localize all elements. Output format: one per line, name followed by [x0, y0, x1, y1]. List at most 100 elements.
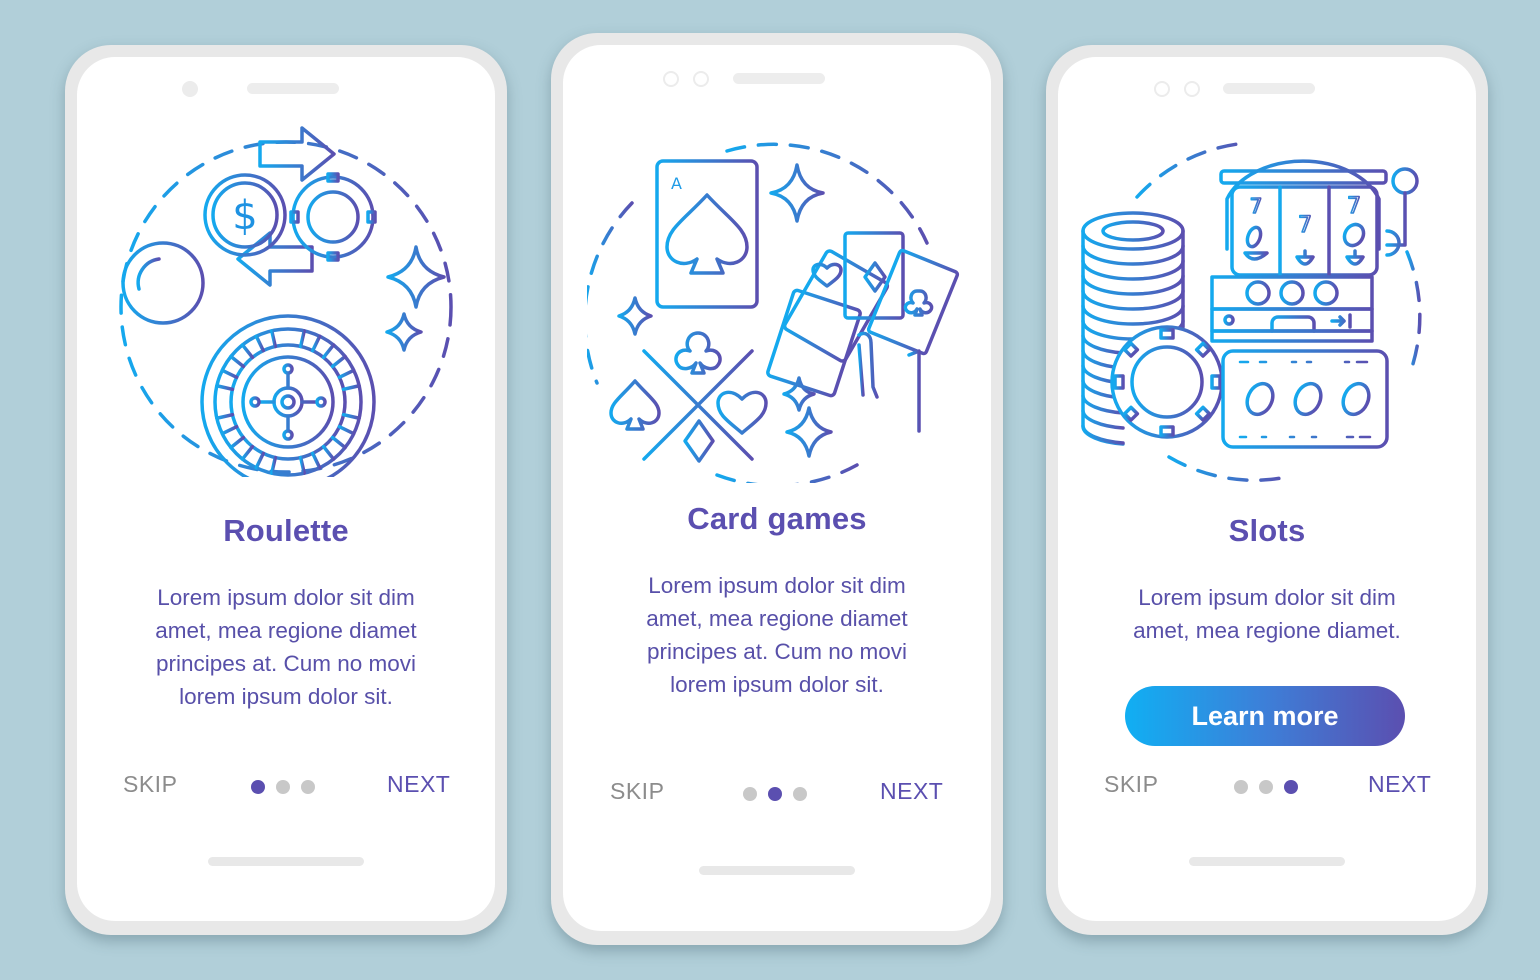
page-dot[interactable] [1234, 780, 1248, 794]
roulette-pocket-divider [240, 444, 255, 461]
roulette-pocket-divider [220, 368, 239, 380]
dashed-arc-frame [587, 201, 634, 385]
ace-of-spades-card-icon: A [655, 159, 759, 309]
page-dot-active[interactable] [1284, 780, 1298, 794]
front-sensor-icon [1184, 81, 1200, 97]
slots-illustration-svg: 7 7 7 [1081, 141, 1422, 482]
roulette-pocket-divider [337, 368, 356, 380]
dollar-coin-icon: $ [203, 173, 287, 257]
next-button[interactable]: NEXT [1368, 771, 1431, 798]
svg-text:7: 7 [1347, 194, 1361, 219]
slot-reels-panel-icon [1221, 349, 1389, 449]
roulette-pocket-divider [298, 455, 306, 475]
screen-description: Lorem ipsum dolor sit dim amet, mea regi… [593, 569, 961, 701]
diamond-suit-icon [683, 419, 715, 463]
slots-illustration: 7 7 7 [1058, 127, 1476, 487]
page-dot[interactable] [276, 780, 290, 794]
screen-title: Roulette [223, 513, 349, 548]
description-line: Lorem ipsum dolor sit dim [157, 585, 415, 610]
spade-suit-icon [609, 379, 661, 431]
dashed-arc-frame [715, 463, 859, 483]
roulette-pocket-divider [215, 384, 235, 392]
page-indicator [743, 787, 807, 801]
phone-screen: 7 7 7 Slots Lorem ipsum dolor sit dim am… [1058, 57, 1476, 921]
roulette-pocket-divider [341, 412, 361, 420]
learn-more-button[interactable]: Learn more [1125, 686, 1405, 746]
dashed-arc-frame [1405, 250, 1422, 369]
roulette-pocket-divider [341, 384, 361, 392]
svg-text:$: $ [232, 193, 257, 239]
roulette-pocket-divider [330, 435, 347, 450]
speaker-grille [1223, 83, 1315, 94]
roulette-pocket-divider [321, 343, 336, 360]
roulette-pocket-divider [321, 444, 336, 461]
screen-description: Lorem ipsum dolor sit dim amet, mea regi… [107, 581, 465, 713]
card-games-illustration: A [563, 123, 991, 483]
roulette-pocket-divider [330, 354, 347, 369]
home-indicator-bar[interactable] [208, 857, 364, 866]
page-dot[interactable] [1259, 780, 1273, 794]
description-line: amet, mea regione diamet [155, 618, 417, 643]
roulette-pocket-divider [337, 424, 356, 436]
screen-title: Card games [687, 501, 867, 536]
phone-screen: $ Roulette Lorem ipsum dolor sit dim ame… [77, 57, 495, 921]
sparkle-icon [769, 163, 825, 223]
page-dot-active[interactable] [768, 787, 782, 801]
description-line: lorem ipsum dolor sit. [179, 684, 393, 709]
roulette-pocket-divider [310, 334, 322, 353]
description-line: amet, mea regione diamet [646, 606, 908, 631]
svg-text:7: 7 [1250, 194, 1263, 218]
sparkle-icon [386, 245, 446, 309]
sparkle-icon [785, 406, 833, 458]
sparkle-small-icon [385, 312, 423, 352]
description-line: principes at. Cum no movi [646, 639, 908, 664]
roulette-pocket-divider [254, 334, 266, 353]
page-dot[interactable] [301, 780, 315, 794]
next-button[interactable]: NEXT [880, 778, 943, 805]
card-games-illustration-svg: A [587, 142, 960, 483]
front-sensor-icon [693, 71, 709, 87]
home-indicator-bar[interactable] [699, 866, 855, 875]
page-dot[interactable] [793, 787, 807, 801]
page-indicator [251, 780, 315, 794]
page-dot-active[interactable] [251, 780, 265, 794]
roulette-pocket-divider [240, 343, 255, 360]
skip-button[interactable]: SKIP [610, 778, 664, 805]
poker-chip-icon [1110, 325, 1224, 439]
phone-mockup-slots: 7 7 7 Slots Lorem ipsum dolor sit dim am… [1046, 45, 1488, 935]
phone-mockup-card-games: A Card games Lorem ipsum dolor sit dim a… [551, 33, 1003, 945]
page-dot[interactable] [743, 787, 757, 801]
roulette-ball-icon [121, 241, 205, 325]
svg-text:A: A [671, 174, 682, 193]
sparkle-small-icon [617, 296, 653, 336]
roulette-pocket-divider [298, 329, 306, 349]
phone-mockup-roulette: $ Roulette Lorem ipsum dolor sit dim ame… [65, 45, 507, 935]
home-indicator-bar[interactable] [1189, 857, 1345, 866]
roulette-illustration-svg: $ [119, 126, 453, 477]
front-camera-icon [1154, 81, 1170, 97]
screen-description: Lorem ipsum dolor sit dim amet, mea regi… [1088, 581, 1446, 647]
roulette-pocket-divider [215, 412, 235, 420]
description-line: lorem ipsum dolor sit. [670, 672, 884, 697]
description-line: principes at. Cum no movi [155, 651, 417, 676]
club-suit-icon [674, 331, 722, 375]
front-camera-icon [663, 71, 679, 87]
speaker-grille [733, 73, 825, 84]
next-button[interactable]: NEXT [387, 771, 450, 798]
slot-machine-icon: 7 7 7 [1210, 159, 1419, 343]
roulette-pocket-divider [270, 329, 278, 349]
description-line: Lorem ipsum dolor sit dim [1138, 585, 1396, 610]
skip-button[interactable]: SKIP [123, 771, 177, 798]
skip-button[interactable]: SKIP [1104, 771, 1158, 798]
front-camera-icon [182, 81, 198, 97]
roulette-illustration: $ [77, 117, 495, 477]
dashed-arc-frame [1167, 455, 1289, 482]
description-line: Lorem ipsum dolor sit dim [648, 573, 906, 598]
roulette-pocket-divider [220, 424, 239, 436]
page-indicator [1234, 780, 1298, 794]
phone-screen: A Card games Lorem ipsum dolor sit dim a… [563, 45, 991, 931]
arrow-right-icon [258, 126, 336, 182]
description-line: amet, mea regione diamet. [1133, 618, 1401, 643]
speaker-grille [247, 83, 339, 94]
heart-suit-icon [716, 390, 768, 435]
